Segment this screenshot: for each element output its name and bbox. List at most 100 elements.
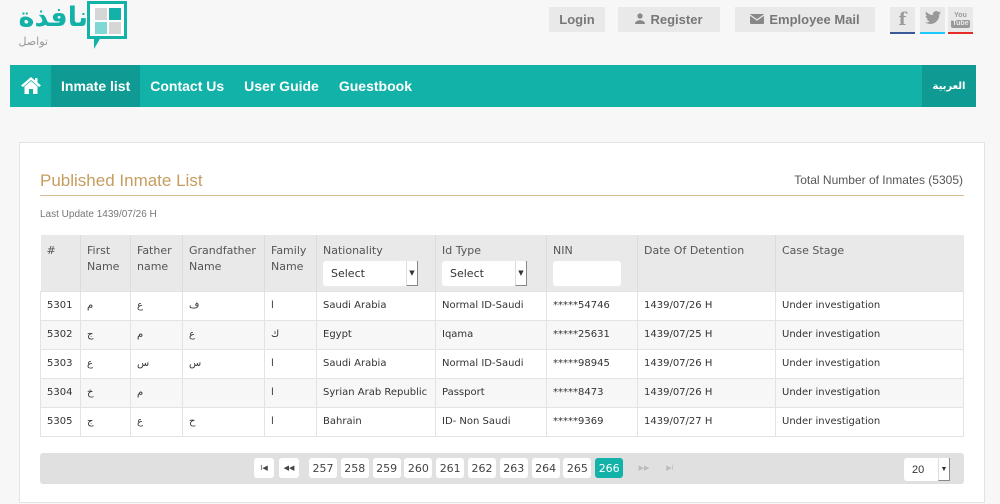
cell-family-name: ا — [264, 290, 317, 321]
pagination-bar: I◀ ◀◀ 257 258 259 260 261 262 263 264 265 266 ▶▶ … — [40, 453, 964, 484]
title-divider — [40, 195, 964, 196]
cell-number: 5305 — [40, 406, 81, 437]
cell-date-of-detention: 1439/07/26 H — [637, 290, 776, 321]
cell-nationality: Saudi Arabia — [316, 290, 436, 321]
first-page-icon: I◀ — [260, 464, 268, 472]
cell-first-name: خ — [80, 377, 131, 408]
main-navbar: Inmate list Contact Us User Guide Guestb… — [10, 65, 976, 107]
cell-first-name: م — [80, 290, 131, 321]
language-switch-arabic[interactable]: العربية — [922, 65, 976, 107]
cell-id-type: Normal ID-Saudi — [435, 290, 547, 321]
employee-mail-button[interactable]: Employee Mail — [735, 7, 875, 32]
last-page-button[interactable]: ▶I — [660, 458, 680, 478]
cell-date-of-detention: 1439/07/27 H — [637, 406, 776, 437]
register-button[interactable]: Register — [618, 7, 720, 32]
nationality-filter-select[interactable]: Select ▼ — [323, 261, 418, 286]
next-page-icon: ▶▶ — [638, 464, 650, 472]
col-number[interactable]: # — [40, 235, 81, 291]
home-icon — [20, 76, 42, 97]
id-type-filter-value: Select — [450, 266, 484, 280]
page-button-257[interactable]: 257 — [309, 458, 337, 478]
col-number-label: # — [46, 244, 56, 257]
page-button-259[interactable]: 259 — [372, 458, 401, 478]
cell-grandfather-name: ح — [182, 406, 265, 437]
nav-inmate-list[interactable]: Inmate list — [51, 65, 141, 107]
col-father-name-label: Father name — [137, 244, 172, 273]
twitter-link[interactable] — [920, 7, 945, 34]
page-button-265[interactable]: 265 — [563, 458, 592, 478]
nav-user-guide[interactable]: User Guide — [234, 65, 329, 107]
facebook-link[interactable]: f — [890, 7, 915, 34]
col-grandfather-name[interactable]: Grandfather Name — [182, 235, 265, 291]
last-update: Last Update 1439/07/26 H — [40, 209, 157, 220]
cell-first-name: ج — [80, 406, 131, 437]
logo[interactable]: نافذة تواصل — [10, 0, 130, 56]
cell-id-type: Iqama — [435, 319, 547, 350]
table-row[interactable]: 5303 ع س س ا Saudi Arabia Normal ID-Saudi *****… — [40, 348, 964, 379]
youtube-link[interactable]: You Tube — [948, 7, 973, 34]
logo-subtitle: تواصل — [18, 35, 48, 48]
page-button-260[interactable]: 260 — [404, 458, 433, 478]
nationality-filter-value: Select — [331, 266, 365, 280]
cell-father-name: م — [130, 319, 183, 350]
prev-page-button[interactable]: ◀◀ — [279, 458, 299, 478]
page-button-262[interactable]: 262 — [468, 458, 496, 478]
page-size-select[interactable]: 20 ▼ — [904, 458, 950, 481]
page-button-263[interactable]: 263 — [499, 458, 528, 478]
cell-case-stage: Under investigation — [775, 319, 964, 350]
id-type-filter-select[interactable]: Select ▼ — [442, 261, 527, 286]
page-title: Published Inmate List — [40, 171, 203, 190]
col-nin: NIN — [546, 235, 638, 291]
cell-grandfather-name: ف — [182, 290, 265, 321]
cell-father-name: ع — [130, 290, 183, 321]
cell-nin: *****54746 — [546, 290, 638, 321]
page-button-264[interactable]: 264 — [531, 458, 560, 478]
cell-nin: *****25631 — [546, 319, 638, 350]
facebook-underline — [890, 32, 915, 34]
inmate-table: # First Name Father name Grandfather Nam… — [40, 235, 964, 437]
col-first-name[interactable]: First Name — [80, 235, 131, 291]
cell-grandfather-name — [182, 377, 265, 408]
cell-nationality: Egypt — [316, 319, 436, 350]
youtube-underline — [948, 32, 973, 34]
chevron-down-icon: ▼ — [515, 261, 527, 286]
col-case-stage[interactable]: Case Stage — [775, 235, 964, 291]
twitter-underline — [920, 32, 945, 34]
col-case-stage-label: Case Stage — [782, 244, 845, 257]
nav-guestbook[interactable]: Guestbook — [329, 65, 422, 107]
nin-filter-input[interactable] — [553, 261, 621, 286]
last-page-icon: ▶I — [666, 464, 674, 472]
cell-id-type: ID- Non Saudi — [435, 406, 547, 437]
nav-user-guide-label: User Guide — [244, 78, 319, 94]
col-first-name-label: First Name — [87, 244, 120, 273]
table-row[interactable]: 5304 خ م ا Syrian Arab Republic Passport *****… — [40, 377, 964, 408]
cell-father-name: ع — [130, 406, 183, 437]
cell-case-stage: Under investigation — [775, 290, 964, 321]
first-page-button[interactable]: I◀ — [254, 458, 274, 478]
table-row[interactable]: 5301 م ع ف ا Saudi Arabia Normal ID-Saudi *****… — [40, 290, 964, 321]
login-button[interactable]: Login — [549, 7, 605, 32]
col-nin-label: NIN — [553, 244, 573, 257]
cell-grandfather-name: ع — [182, 319, 265, 350]
cell-nin: *****9369 — [546, 406, 638, 437]
table-row[interactable]: 5305 ج ع ح ا Bahrain ID- Non Saudi *****9369 143… — [40, 406, 964, 437]
page-button-258[interactable]: 258 — [340, 458, 369, 478]
next-page-button[interactable]: ▶▶ — [634, 458, 654, 478]
cell-number: 5304 — [40, 377, 81, 408]
page-button-266[interactable]: 266 — [595, 458, 624, 478]
nav-contact-us[interactable]: Contact Us — [140, 65, 234, 107]
nav-guestbook-label: Guestbook — [338, 78, 412, 94]
table-row[interactable]: 5302 ج م ع ك Egypt Iqama *****25631 1439/07/25 H… — [40, 319, 964, 350]
cell-family-name: ا — [264, 406, 317, 437]
home-button[interactable] — [10, 65, 51, 107]
col-father-name[interactable]: Father name — [130, 235, 183, 291]
page-button-261[interactable]: 261 — [436, 458, 465, 478]
col-family-name[interactable]: Family Name — [264, 235, 317, 291]
register-label: Register — [650, 12, 703, 27]
col-date-of-detention[interactable]: Date Of Detention — [637, 235, 776, 291]
cell-id-type: Normal ID-Saudi — [435, 348, 547, 379]
cell-case-stage: Under investigation — [775, 348, 964, 379]
cell-nationality: Saudi Arabia — [316, 348, 436, 379]
cell-family-name: ك — [264, 319, 317, 350]
col-grandfather-name-label: Grandfather Name — [189, 244, 256, 273]
